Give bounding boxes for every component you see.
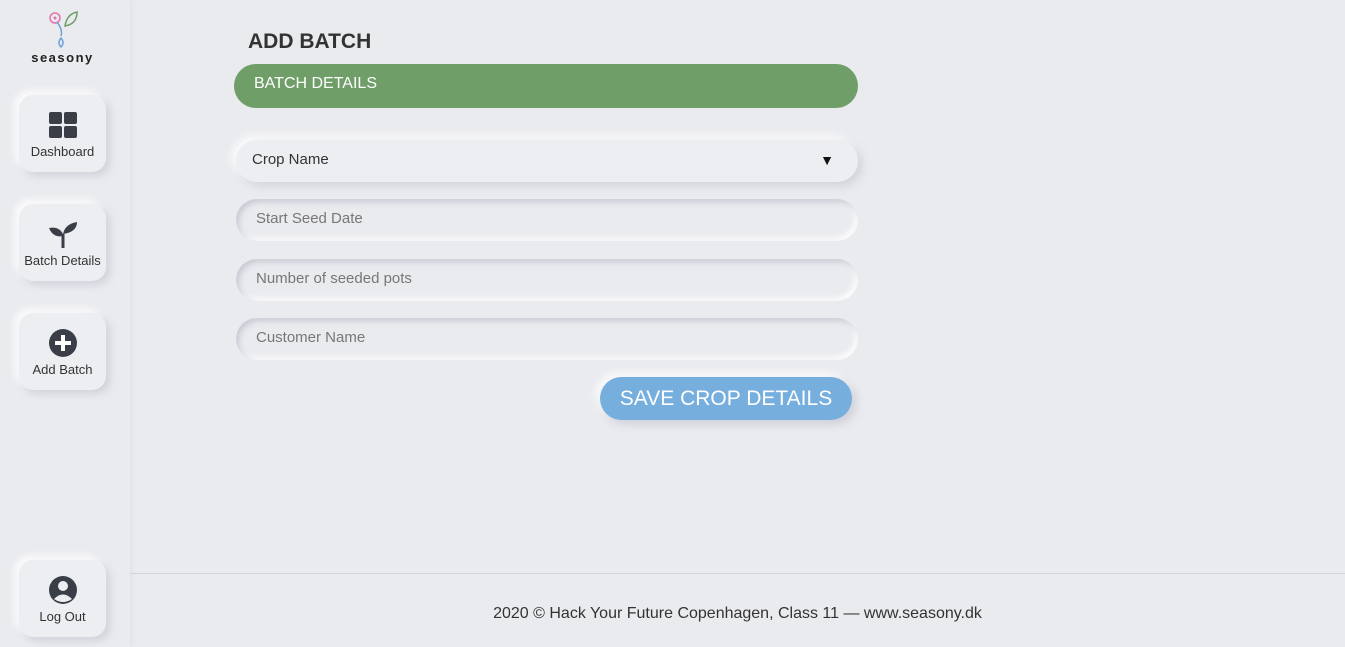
chevron-down-icon: ▼ xyxy=(820,152,834,168)
crop-name-select[interactable]: Crop Name ▼ xyxy=(236,140,858,182)
sidebar-item-label: Add Batch xyxy=(32,362,93,377)
logout-label: Log Out xyxy=(39,609,86,624)
customer-name-input[interactable]: Customer Name xyxy=(236,318,858,360)
footer: 2020 © Hack Your Future Copenhagen, Clas… xyxy=(130,573,1345,647)
plus-circle-icon xyxy=(48,329,77,357)
sidebar: seasony Dashboard Batch Details Add Batc… xyxy=(0,0,130,647)
start-seed-date-placeholder: Start Seed Date xyxy=(256,210,363,227)
section-header-batch-details: BATCH DETAILS xyxy=(234,64,858,108)
sprout-icon xyxy=(48,222,77,248)
brand-logo[interactable]: seasony xyxy=(0,8,125,65)
seeded-pots-input[interactable]: Number of seeded pots xyxy=(236,259,858,301)
customer-name-placeholder: Customer Name xyxy=(256,329,366,346)
seeded-pots-placeholder: Number of seeded pots xyxy=(256,270,412,287)
sidebar-item-batch-details[interactable]: Batch Details xyxy=(19,204,106,281)
footer-text: 2020 © Hack Your Future Copenhagen, Clas… xyxy=(493,605,982,622)
sidebar-item-label: Dashboard xyxy=(30,144,95,159)
page-title: ADD BATCH xyxy=(248,30,372,53)
crop-name-value: Crop Name xyxy=(252,151,329,168)
save-crop-details-button[interactable]: SAVE CROP DETAILS xyxy=(600,377,852,420)
start-seed-date-input[interactable]: Start Seed Date xyxy=(236,199,858,241)
main-content: ADD BATCH BATCH DETAILS Crop Name ▼ Star… xyxy=(130,0,1345,573)
seasony-logo-icon xyxy=(48,11,78,48)
user-circle-icon xyxy=(48,576,77,604)
sidebar-item-add-batch[interactable]: Add Batch xyxy=(19,313,106,390)
logout-button[interactable]: Log Out xyxy=(19,560,106,637)
sidebar-item-dashboard[interactable]: Dashboard xyxy=(19,95,106,172)
brand-name: seasony xyxy=(31,50,94,65)
dashboard-grid-icon xyxy=(48,112,77,138)
sidebar-item-label: Batch Details xyxy=(24,253,101,268)
